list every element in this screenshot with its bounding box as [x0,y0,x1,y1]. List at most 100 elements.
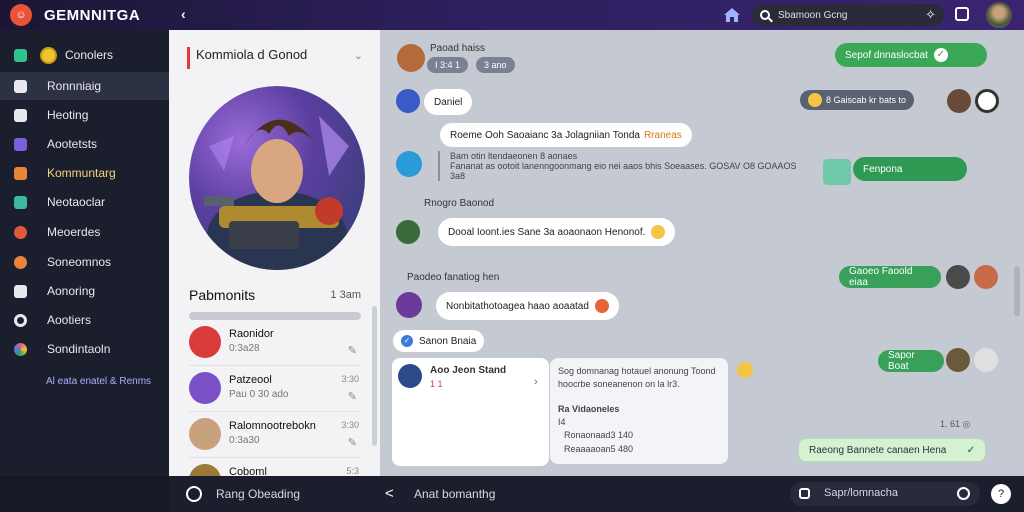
avatar [396,89,420,113]
highlight-text: Rraneas [643,129,682,141]
sidebar-item-label: Meoerdes [47,225,101,239]
avatar [946,265,970,289]
chevron-right-icon[interactable]: › [534,376,538,388]
avatar [189,372,221,404]
bottom-left-label[interactable]: Rang Obeading [216,487,300,501]
contact-time: 5:3 [346,466,359,476]
contact-name: Coboml [229,466,267,476]
share-icon[interactable]: < [385,485,394,502]
sidebar-item-label: Soneomnos [47,255,112,269]
attach-icon[interactable] [799,488,810,499]
message-bubble-outgoing[interactable]: Fenpona [853,157,967,181]
message-bubble-outgoing[interactable]: Sapor Boat [878,350,944,372]
message-bubble-outgoing[interactable]: Gaoeo Faoold eiaa [839,266,941,288]
section-meta: 1 3am [330,289,361,301]
sidebar-item-label: Heoting [47,108,89,122]
inbox-icon[interactable] [955,7,969,21]
emoji-icon[interactable] [737,362,753,378]
tag-pill: 3 ano [476,57,515,73]
send-icon[interactable] [957,487,970,500]
bottom-mid-label[interactable]: Anat bomanthg [414,487,495,501]
sidebar-item-label: Kommuntarg [47,166,116,180]
contact-sub: 0:3a28 [229,343,260,354]
bottom-bar: Rang Obeading < Anat bomanthg Sapr/lomna… [169,476,1024,512]
avatar [974,348,998,372]
avatar [398,364,422,388]
thread-line: Fananat as ootoit lanenngoonmang eio nei… [450,161,797,171]
message-bubble[interactable]: Dooal Ioont.ies Sane 3a aoaonaon Henonof… [438,218,676,246]
sidebar-item-kommuntarg[interactable]: Kommuntarg [0,159,169,187]
app-logo-icon[interactable]: ☺ [10,4,32,26]
scrollbar[interactable] [372,306,377,446]
game-thumbnail[interactable] [823,159,851,185]
message-bubble[interactable]: Daniel [424,89,473,115]
house-icon [14,195,27,209]
sidebar-item-aootetsts[interactable]: Aootetsts [0,130,169,158]
chevron-down-icon[interactable]: ⌄ [354,49,363,62]
sidebar-item-aonoring[interactable]: Aonoring [0,277,169,305]
timestamp: 1. 61 ◎ [940,419,971,429]
search-bar-placeholder[interactable] [189,312,361,320]
pin-icon[interactable]: ✎ [348,436,357,449]
sidebar-item-ronnniaig[interactable]: Ronnniaig [0,72,169,100]
pill-text: 8 Gaiscab kr bats to [826,95,907,105]
search-icon [760,10,770,20]
sidebar-item-label: Aootetsts [47,137,98,151]
sidebar-item-neotaoclar[interactable]: Neotaoclar [0,188,169,216]
avatar [189,464,221,476]
reaction-pill[interactable]: 8 Gaiscab kr bats to [800,90,915,110]
list-item[interactable]: Ralomnootrebokn 0:3a30 3:30 ✎ [189,414,361,458]
chevron-left-icon[interactable]: ‹ [181,6,186,22]
bottom-left-bar [0,476,169,512]
message-card[interactable]: Sog domnanag hotauel anonung Toond hoocr… [550,358,728,464]
contact-sub: Pau 0 30 ado [229,389,289,400]
message-bubble[interactable]: Nonbitathotoagea haao aoaatad [436,292,619,320]
sidebar-item-heoting[interactable]: Heoting [0,101,169,129]
message-bubble-outgoing[interactable]: Sepof dnnaslocbat ✓ [835,43,987,67]
contact-time: 3:30 [341,374,359,384]
sidebar-item-soneomnos[interactable]: Soneomnos [0,248,169,276]
contact-name: Patzeool [229,374,272,386]
sidebar-item-meoerdes[interactable]: Meoerdes [0,218,169,246]
list-item[interactable]: Patzeool Pau 0 30 ado 3:30 ✎ [189,368,361,412]
message-bubble-outgoing[interactable]: Raeong Bannete canaen Hena ✓ [798,438,986,462]
sidebar-item-label: Neotaoclar [47,195,106,209]
panel-title: Kommiola d Gonod [196,47,308,62]
message-text: Roeme Ooh Saoaianc 3a Jolagniian Tonda [450,129,640,141]
list-item[interactable]: Raonidor 0:3a28 ✎ [189,322,361,366]
message-card[interactable]: Aoo Jeon Stand 1 1 › [392,358,549,466]
contact-name: Raonidor [229,328,274,340]
community-panel: Kommiola d Gonod ⌄ Pabmonits 1 3am Raoni… [169,30,380,476]
star-icon[interactable]: ✧ [925,7,936,23]
sender-label: Paodeo fanatiog hen [407,272,500,283]
flame-icon [14,255,27,269]
contact-name: Ralomnootrebokn [229,420,316,432]
chip[interactable]: ✓ Sanon Bnaia [393,330,485,352]
sidebar-item-aootiers[interactable]: Aootiers [0,306,169,334]
sidebar-footer-link[interactable]: Al eata enatel & Renms [46,376,151,387]
pin-icon[interactable]: ✎ [348,390,357,403]
list-item[interactable]: Coboml 5:3 [189,460,361,476]
avatar [946,348,970,372]
pin-icon[interactable]: ✎ [348,344,357,357]
sidebar-item-conolers[interactable]: Conolers [0,41,169,69]
sender-name: Paoad haiss [430,43,486,54]
palette-icon [14,342,27,356]
message-input[interactable]: Sapr/lomnacha [790,482,980,506]
sidebar-item-sondintaoln[interactable]: Sondintaoln [0,335,169,363]
sidebar: Conolers Ronnniaig Heoting Aootetsts Kom… [0,30,169,476]
panel-header[interactable]: Kommiola d Gonod ⌄ [187,47,367,69]
card-item: Ronaonaad3 140 [564,430,634,440]
card-meta: 1 1 [430,379,443,389]
user-avatar[interactable] [986,2,1012,28]
scrollbar[interactable] [1014,266,1020,316]
search-input[interactable]: Sbamoon Gcng ✧ [752,4,944,26]
help-icon[interactable]: ? [991,484,1011,504]
message-bubble[interactable]: Roeme Ooh Saoaianc 3a Jolagniian Tonda R… [440,123,692,147]
home-icon[interactable] [722,5,742,25]
card-item: Reaaaaoan5 480 [564,444,634,454]
chat-area: Paoad haiss I 3:4 1 3 ano Sepof dnnasloc… [380,30,1024,476]
camera-icon[interactable] [186,486,202,502]
message-text: Daniel [434,96,463,108]
card-text: hoocrbe soneanenon on la lr3. [558,379,680,389]
